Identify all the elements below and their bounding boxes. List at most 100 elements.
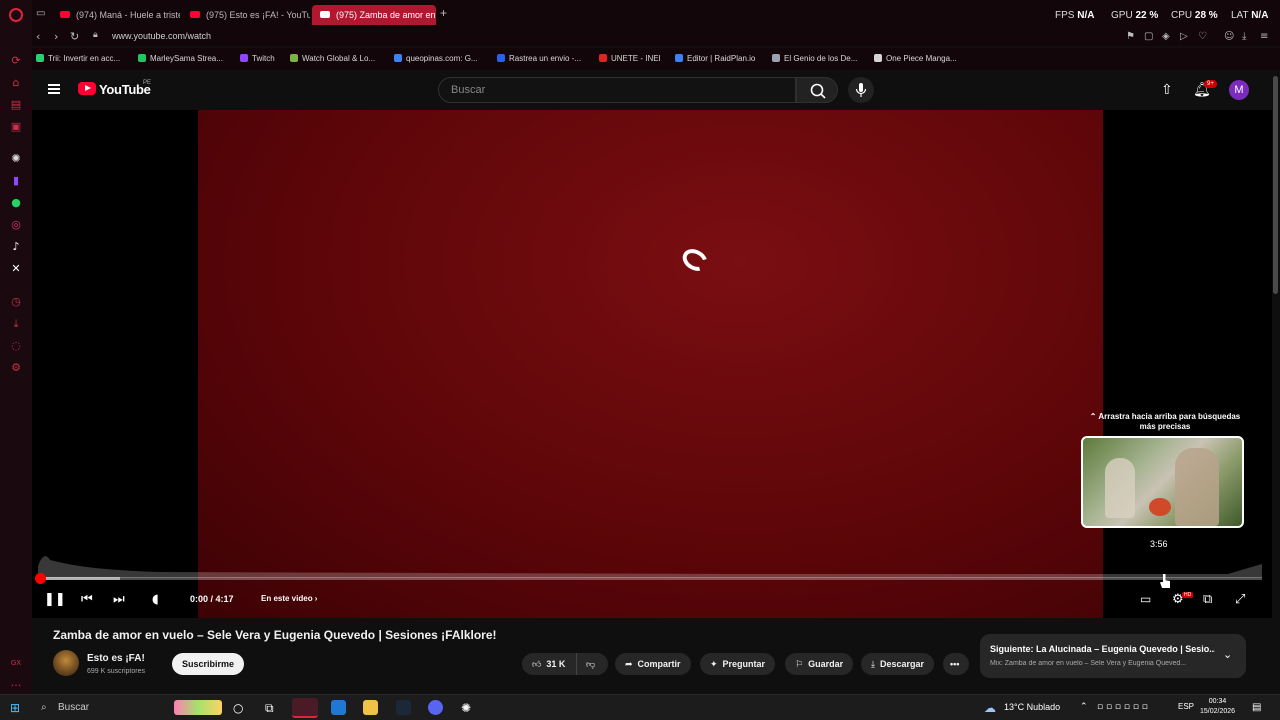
channel-avatar[interactable] [53,650,79,676]
file-explorer-icon[interactable] [363,700,378,715]
bookmark-queopinas[interactable]: queopinas.com: G... [394,54,478,63]
miniplayer-icon[interactable]: ⧉ [1203,592,1212,607]
video-frame[interactable] [198,110,1103,618]
language-indicator[interactable]: ESP [1178,702,1194,711]
fullscreen-icon[interactable]: ⤢ [1235,592,1245,607]
back-icon[interactable]: ‹ [36,30,40,43]
tab-menu-icon[interactable]: ▭ [36,8,45,19]
progress-track[interactable] [40,577,1262,580]
download-button[interactable]: ⤓ Descargar [861,653,935,675]
save-button[interactable]: ⚐ Guardar [785,653,854,675]
chevron-down-icon[interactable]: ⌄ [1223,648,1232,661]
tab-zamba-active[interactable]: (975) Zamba de amor en vuelo [312,5,436,25]
avatar[interactable]: M [1229,80,1249,100]
bag-icon[interactable]: ⌂ [9,76,23,90]
more-actions-button[interactable]: ••• [943,653,969,675]
tray-app-icons[interactable]: ▫ ▫ ▫ ▫ ▫ ▫ [1097,702,1148,712]
download-icon[interactable]: ⤓ [9,317,23,331]
loading-spinner-icon [678,244,712,276]
subscribe-button[interactable]: Suscribirme [172,653,244,675]
bookmark-trii[interactable]: Trii: Invertir en acc... [36,54,120,63]
opera-logo-icon[interactable] [9,8,23,22]
settings-icon[interactable]: ⚙ [9,361,23,375]
more-icon[interactable]: … [9,676,23,690]
task-view-icon[interactable]: ⧉ [265,701,274,716]
tray-arrow-icon[interactable]: ⌃ [1080,702,1088,712]
time-display: 0:00 / 4:17 [190,594,234,604]
menu-icon[interactable]: ≡ [1260,31,1268,42]
instagram-icon[interactable]: ◎ [9,218,23,232]
search-button[interactable] [796,77,838,103]
bookmark-genio[interactable]: El Genio de los De... [772,54,857,63]
notification-center-icon[interactable]: ▤ [1252,702,1261,713]
windows-start-icon[interactable]: ⊞ [10,701,20,715]
preview-hint: ⌃ Arrastra hacia arriba para búsquedas m… [1089,412,1241,431]
bookmark-watch-global[interactable]: Watch Global & Lo... [290,54,375,63]
tab-esto-es-fa[interactable]: (975) Esto es ¡FA! - YouTube [182,5,310,25]
profile-icon[interactable]: ☺ [1224,31,1234,42]
discord-icon[interactable] [428,700,443,715]
voice-search-button[interactable] [848,77,874,103]
search-input[interactable]: Buscar [438,77,796,103]
share-button[interactable]: ➦ Compartir [615,653,691,675]
opera-taskbar-icon[interactable] [292,698,318,718]
subtitles-icon[interactable]: ▭ [1140,592,1151,606]
bookmark-one-piece[interactable]: One Piece Manga... [874,54,957,63]
chat-icon[interactable]: ◌ [9,339,23,353]
history-icon[interactable]: ⟳ [9,54,23,68]
weather-widget[interactable]: 13°C Nublado [1004,702,1060,712]
bookmark-twitch[interactable]: Twitch [240,54,275,63]
bookmark-inei[interactable]: UNETE - INEI [599,54,661,63]
new-tab-icon[interactable]: + [440,6,447,20]
heart-icon[interactable]: ♡ [1198,31,1207,42]
chapters-button[interactable]: En este video › [261,594,317,603]
inei-icon [599,54,607,62]
extensions-icon[interactable]: ◈ [1162,31,1170,42]
url-field[interactable]: www.youtube.com/watch [112,31,211,41]
search-highlight-icon[interactable] [174,700,222,715]
up-next-card[interactable]: Siguiente: La Alucinada – Eugenia Queved… [980,634,1246,678]
upload-icon[interactable]: ⇧ [1161,82,1173,98]
address-bar: ‹ › ↻ 🔒︎ www.youtube.com/watch ⚑ ▢ ◈ ▷ ♡… [32,28,1280,46]
hamburger-menu-icon[interactable] [48,84,60,94]
messenger-icon[interactable]: ▤ [9,98,23,112]
channel-name[interactable]: Esto es ¡FA! [87,653,145,664]
bookmark-marleysama[interactable]: MarleySama Strea... [138,54,223,63]
ask-button[interactable]: ✦ Preguntar [700,653,776,675]
whatsapp-icon[interactable]: ● [9,196,23,210]
dislike-button[interactable]: 👎︎ [576,653,608,675]
sparkle-icon: ✦ [710,660,718,670]
next-icon[interactable]: ⏭︎ [113,592,125,607]
pause-icon[interactable]: ❚❚ [44,592,66,607]
video-player[interactable]: ⌃ Arrastra hacia arriba para búsquedas m… [32,110,1272,618]
bookmark-icon[interactable]: ⚑ [1126,31,1135,42]
outlook-icon[interactable] [331,700,346,715]
cortana-icon[interactable]: ○ [233,701,243,715]
downloads-icon[interactable]: ⤓ [1242,31,1246,42]
volume-icon[interactable]: ◖ [152,592,159,607]
chatgpt-icon[interactable]: ✺ [9,152,23,166]
twitch-icon[interactable]: ▮ [9,174,23,188]
notification-badge: 9+ [1204,80,1217,88]
news-icon[interactable]: ▣ [9,120,23,134]
previous-icon[interactable]: ⏮︎ [81,592,93,607]
steam-icon[interactable] [396,700,411,715]
bookmark-rastrea[interactable]: Rastrea un envio -... [497,54,581,63]
scrollbar-thumb[interactable] [1273,76,1278,294]
more-dots-icon: ••• [950,659,960,669]
reload-icon[interactable]: ↻ [70,30,79,43]
tiktok-icon[interactable]: ♪ [9,240,23,254]
gx-icon[interactable]: GX [9,656,23,670]
snapshot-icon[interactable]: ▢ [1144,31,1153,42]
forward-icon[interactable]: › [54,30,58,43]
system-clock[interactable]: 00:34 15/02/2026 [1200,697,1235,717]
scrubber-handle[interactable] [35,573,46,584]
player-icon[interactable]: ▷ [1180,31,1188,42]
x-icon[interactable]: ✕ [9,262,23,276]
youtube-header: YouTube PE Buscar ⇧ 🔔︎ 9+ M [32,70,1272,110]
youtube-logo-icon[interactable] [78,82,96,95]
chatgpt-taskbar-icon[interactable]: ✺ [461,701,471,715]
bookmark-raidplan[interactable]: Editor | RaidPlan.io [675,54,755,63]
tab-mana[interactable]: (974) Maná - Huele a triste [52,5,180,25]
clock-icon[interactable]: ◷ [9,295,23,309]
